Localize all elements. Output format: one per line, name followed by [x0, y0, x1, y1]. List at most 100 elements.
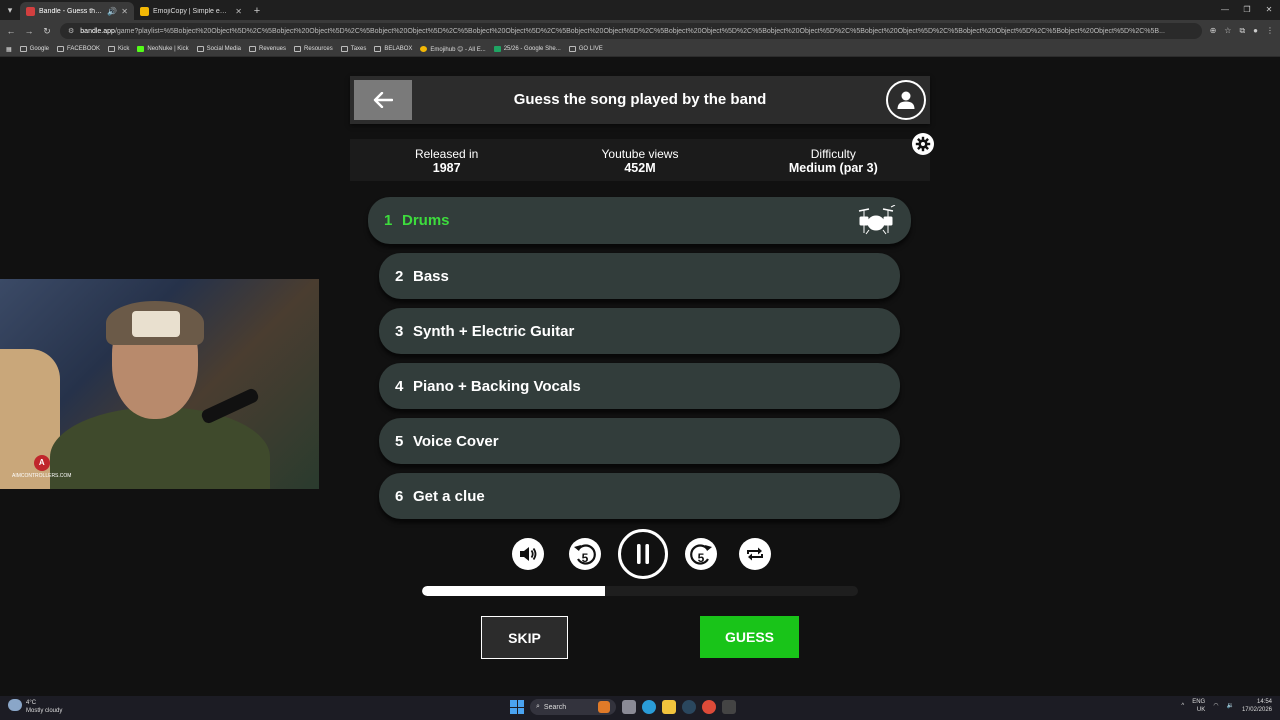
bookmarks-bar: ▦ Google FACEBOOK Kick NeoNuke | Kick So…	[0, 42, 1280, 57]
menu-dots-icon[interactable]: ⋮	[1266, 26, 1274, 36]
chrome-icon[interactable]	[702, 700, 716, 714]
step-number: 2	[395, 267, 404, 285]
back-button[interactable]	[354, 80, 412, 120]
forward-nav-icon[interactable]: →	[24, 26, 34, 36]
site-info-icon[interactable]: ⚙	[68, 27, 74, 35]
speaker-icon[interactable]: 🔊	[107, 7, 117, 16]
step-number: 5	[395, 432, 404, 450]
song-progress-bar[interactable]	[422, 586, 858, 596]
forward-5-button[interactable]: 5	[685, 538, 717, 570]
repeat-button[interactable]	[739, 538, 771, 570]
volume-tray-icon[interactable]: 🔉	[1226, 702, 1233, 710]
bookmark-item[interactable]: Emojihub 😊 - All E...	[420, 46, 486, 53]
settings-button[interactable]	[912, 133, 934, 155]
aim-logo-icon: A	[33, 455, 50, 471]
close-tab-icon[interactable]: ✕	[121, 7, 128, 16]
tray-chevron-icon[interactable]: ^	[1181, 702, 1184, 710]
profile-avatar-icon[interactable]: ●	[1253, 26, 1258, 36]
folder-icon	[294, 46, 302, 52]
pause-button[interactable]	[618, 529, 668, 579]
volume-button[interactable]	[512, 538, 544, 570]
bandle-page: Guess the song played by the band Releas…	[0, 57, 1280, 696]
app-icon[interactable]	[722, 700, 736, 714]
bookmark-item[interactable]: Revenues	[249, 46, 286, 52]
region-code: UK	[1196, 707, 1206, 713]
player-controls: 5 5	[0, 527, 1280, 583]
file-explorer-icon[interactable]	[662, 700, 676, 714]
steam-icon[interactable]	[682, 700, 696, 714]
task-view-icon[interactable]	[622, 700, 636, 714]
step-get-clue[interactable]: 6 Get a clue	[379, 473, 900, 519]
folder-icon	[108, 46, 116, 52]
step-label: Get a clue	[413, 487, 485, 505]
bookmark-label: Resources	[304, 46, 333, 52]
taskbar-apps: ⌕ Search	[510, 699, 736, 715]
bookmark-label: Revenues	[259, 46, 287, 52]
drum-kit-icon	[858, 205, 896, 235]
restore-icon[interactable]: ❐	[1236, 0, 1258, 20]
back-nav-icon[interactable]: ←	[6, 26, 16, 36]
bookmark-item[interactable]: Social Media	[196, 46, 241, 52]
gear-icon	[915, 136, 931, 152]
bookmark-item[interactable]: GO LIVE	[568, 46, 603, 52]
bookmark-item[interactable]: Taxes	[340, 46, 366, 52]
release-value: 1987	[432, 161, 461, 175]
windows-start-icon[interactable]	[510, 700, 524, 714]
skip-button[interactable]: SKIP	[481, 616, 568, 659]
bookmark-label: Social Media	[206, 46, 241, 52]
weather-widget[interactable]: 4°C Mostly cloudy	[8, 699, 62, 715]
folder-icon	[249, 46, 256, 52]
search-label: Search	[543, 703, 567, 711]
tab-search-icon[interactable]: ▾	[0, 0, 20, 20]
folder-icon	[568, 46, 576, 52]
apps-grid-icon[interactable]: ▦	[6, 46, 12, 53]
bookmark-item[interactable]: Resources	[294, 46, 333, 52]
game-header: Guess the song played by the band	[350, 76, 930, 124]
close-window-icon[interactable]: ✕	[1258, 0, 1280, 20]
step-voice-cover[interactable]: 5 Voice Cover	[379, 418, 900, 464]
language-indicator[interactable]: ENG UK	[1192, 698, 1205, 714]
language-code: ENG	[1192, 699, 1206, 705]
bookmark-item[interactable]: NeoNuke | Kick	[137, 46, 189, 52]
webcam-cap-patch	[132, 311, 180, 337]
views-label: Youtube views	[601, 147, 679, 161]
step-piano-vocals[interactable]: 4 Piano + Backing Vocals	[379, 363, 900, 409]
clock-date: 17/02/2026	[1241, 707, 1272, 713]
step-label: Bass	[413, 267, 449, 285]
window-controls: — ❐ ✕	[1214, 0, 1280, 20]
profile-button[interactable]	[886, 80, 926, 120]
speaker-icon	[520, 547, 537, 561]
step-synth-guitar[interactable]: 3 Synth + Electric Guitar	[379, 308, 900, 354]
step-drums[interactable]: 1 Drums	[368, 197, 911, 244]
rewind-5-button[interactable]: 5	[569, 538, 601, 570]
reload-icon[interactable]: ↻	[42, 26, 52, 37]
step-bass[interactable]: 2 Bass	[379, 253, 900, 299]
bookmark-star-icon[interactable]: ☆	[1224, 26, 1231, 36]
edge-icon[interactable]	[642, 700, 656, 714]
extensions-icon[interactable]: ⧉	[1239, 26, 1245, 36]
clock[interactable]: 14:54 17/02/2026	[1242, 698, 1272, 714]
guess-button[interactable]: GUESS	[700, 616, 799, 658]
os-taskbar: 4°C Mostly cloudy ⌕ Search ^ ENG UK ◠ 🔉 …	[0, 696, 1280, 720]
zoom-icon[interactable]: ⊕	[1210, 26, 1217, 36]
step-label: Synth + Electric Guitar	[413, 322, 575, 340]
emojicopy-favicon-icon	[140, 6, 149, 16]
tab-emojicopy[interactable]: EmojiCopy | Simple emoji copy... ✕	[134, 2, 248, 20]
wifi-icon[interactable]: ◠	[1213, 702, 1218, 710]
views-info: Youtube views 452M	[543, 139, 736, 181]
tab-bandle[interactable]: Bandle - Guess the song, one... 🔊 ✕	[20, 2, 134, 20]
bookmark-item[interactable]: Kick	[108, 46, 129, 52]
bookmark-item[interactable]: 25/26 - Google She...	[493, 46, 561, 52]
close-tab-icon[interactable]: ✕	[235, 7, 242, 16]
release-info: Released in 1987	[350, 139, 543, 181]
url-field[interactable]: ⚙ bandle.app/game?playlist=%5Bobject%20O…	[60, 23, 1202, 39]
bookmark-item[interactable]: BELABOX	[374, 46, 412, 52]
sheets-icon	[493, 46, 501, 52]
bookmark-item[interactable]: FACEBOOK	[57, 46, 100, 52]
taskbar-search[interactable]: ⌕ Search	[530, 699, 616, 715]
minimize-icon[interactable]: —	[1214, 0, 1236, 20]
bookmark-item[interactable]: Google	[19, 46, 49, 52]
forward-icon: 5	[690, 544, 712, 565]
address-bar-row: ← → ↻ ⚙ bandle.app/game?playlist=%5Bobje…	[0, 20, 1280, 42]
new-tab-button[interactable]: +	[248, 2, 266, 20]
